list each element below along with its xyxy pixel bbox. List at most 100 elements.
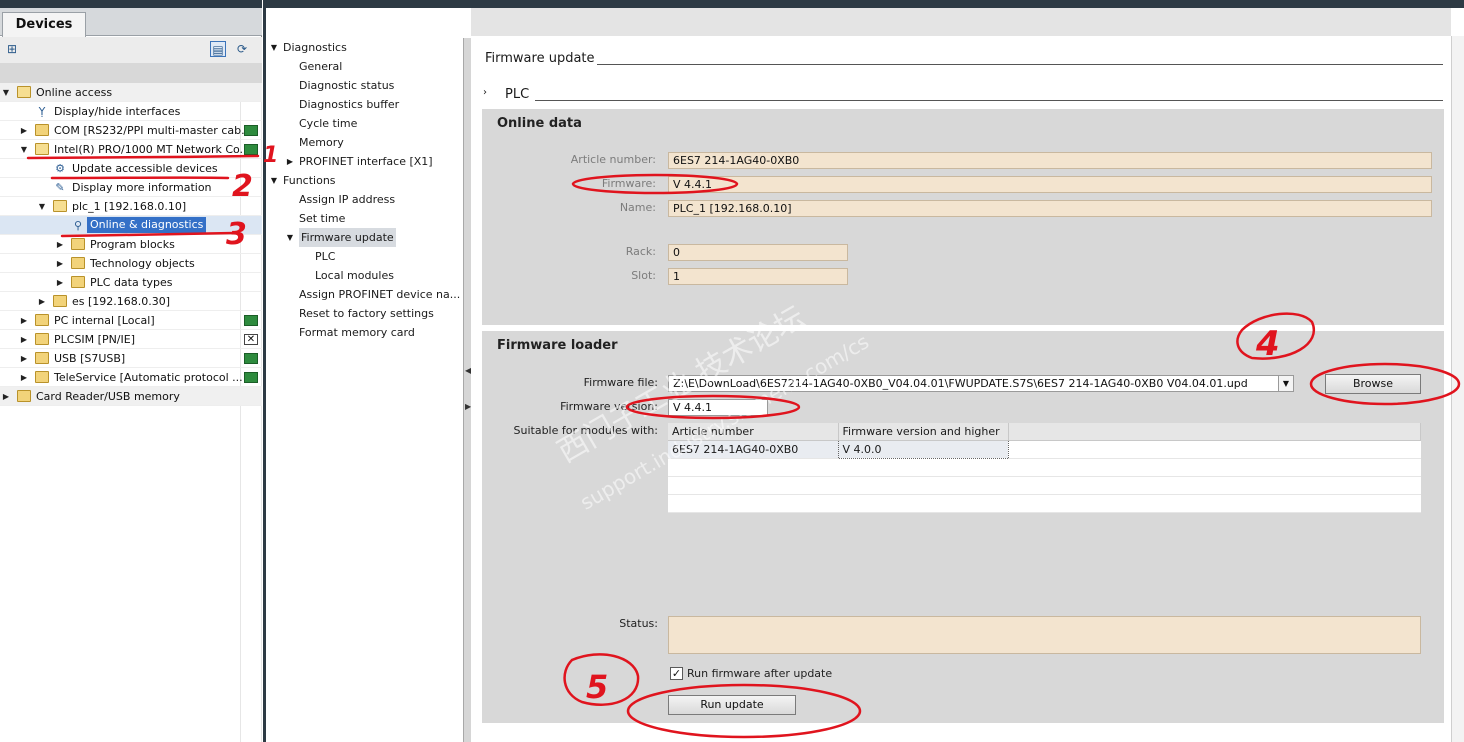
section-title: Firmware update <box>485 51 595 66</box>
tree-item-usb[interactable]: ▶ USB [S7USB] <box>0 349 262 368</box>
chevron-down-icon[interactable]: ▼ <box>1278 376 1293 391</box>
expand-right-icon[interactable]: ▶ <box>465 402 471 411</box>
expand-arrow-icon[interactable]: ▶ <box>19 121 29 139</box>
article-number-field: 6ES7 214-1AG40-0XB0 <box>668 152 1432 169</box>
run-after-update-checkbox[interactable]: ✓ <box>670 667 683 680</box>
nav-item-firmware-update[interactable]: ▼ Firmware update <box>266 228 463 247</box>
info-icon: ✎ <box>55 181 65 194</box>
tree-item-plcsim[interactable]: ▶ PLCSIM [PN/IE] ✕ <box>0 330 262 349</box>
expand-arrow-icon[interactable]: ▼ <box>269 38 279 57</box>
expand-arrow-icon[interactable]: ▼ <box>1 83 11 101</box>
tree-item-intel-network[interactable]: ▼ Intel(R) PRO/1000 MT Network Co... <box>0 140 262 159</box>
nav-item-set-time[interactable]: Set time <box>266 209 463 228</box>
folder-icon <box>17 390 31 402</box>
expand-arrow-icon[interactable]: ▼ <box>37 197 47 215</box>
expand-arrow-icon[interactable]: ▼ <box>19 140 29 158</box>
refresh-icon[interactable]: ⟳ <box>234 41 250 57</box>
expand-arrow-icon[interactable]: ▶ <box>285 152 295 171</box>
tree-item-label: es [192.168.0.30] <box>72 295 171 308</box>
folder-icon <box>71 257 85 269</box>
expand-arrow-icon[interactable]: ▶ <box>19 349 29 367</box>
nav-item-profinet-interface[interactable]: ▶ PROFINET interface [X1] <box>266 152 463 171</box>
tree-item-com-interface[interactable]: ▶ COM [RS232/PPI multi-master cab... <box>0 121 262 140</box>
overview-icon[interactable]: ▤ <box>210 41 226 57</box>
section-divider <box>597 64 1443 65</box>
tree-item-online-access[interactable]: ▼ Online access <box>0 83 262 102</box>
expand-arrow-icon[interactable]: ▶ <box>19 330 29 348</box>
firmware-label: Firmware: <box>601 177 656 190</box>
nav-item-local-modules[interactable]: Local modules <box>266 266 463 285</box>
tree-item-card-reader[interactable]: ▶ Card Reader/USB memory <box>0 387 262 406</box>
tree-item-plc-1[interactable]: ▼ plc_1 [192.168.0.10] <box>0 197 262 216</box>
tree-item-program-blocks[interactable]: ▶ Program blocks <box>0 235 262 254</box>
column-header-firmware-version[interactable]: Firmware version and higher <box>838 423 1009 441</box>
tree-item-label: Card Reader/USB memory <box>36 390 180 403</box>
device-tree-icon[interactable]: ⊞ <box>4 41 20 57</box>
online-data-panel: Online data Article number: 6ES7 214-1AG… <box>482 109 1444 325</box>
tree-item-display-hide-interfaces[interactable]: Ỵ Display/hide interfaces <box>0 102 262 121</box>
editor-header-band <box>471 8 1451 36</box>
rack-field: 0 <box>668 244 848 261</box>
panel-splitter[interactable]: ◀ ▶ <box>463 38 471 742</box>
nav-item-memory[interactable]: Memory <box>266 133 463 152</box>
tree-item-pc-internal[interactable]: ▶ PC internal [Local] <box>0 311 262 330</box>
vertical-scrollbar[interactable] <box>1451 36 1464 742</box>
expand-arrow-icon[interactable]: ▼ <box>285 228 295 247</box>
column-header-empty <box>1008 423 1421 441</box>
table-row[interactable]: 6ES7 214-1AG40-0XB0 V 4.0.0 <box>668 439 1421 459</box>
browse-button[interactable]: Browse <box>1325 374 1421 394</box>
nav-label: General <box>299 60 343 73</box>
table-row <box>668 458 1421 477</box>
name-field: PLC_1 [192.168.0.10] <box>668 200 1432 217</box>
tree-item-teleservice[interactable]: ▶ TeleService [Automatic protocol ... <box>0 368 262 387</box>
tree-item-label: Online access <box>36 86 113 99</box>
folder-icon <box>35 124 49 136</box>
tree-item-label: COM [RS232/PPI multi-master cab... <box>54 124 252 137</box>
nav-label: PROFINET interface [X1] <box>299 155 433 168</box>
tree-item-online-diagnostics[interactable]: ⚲ Online & diagnostics <box>0 216 262 235</box>
expand-arrow-icon[interactable]: ▶ <box>37 292 47 310</box>
folder-icon <box>71 238 85 250</box>
tab-devices[interactable]: Devices <box>2 12 86 37</box>
folder-icon <box>35 352 49 364</box>
nav-group-functions[interactable]: ▼ Functions <box>266 171 463 190</box>
tree-item-label: plc_1 [192.168.0.10] <box>72 200 187 213</box>
network-status-icon <box>244 144 258 155</box>
tree-item-update-accessible-devices[interactable]: ⚙ Update accessible devices <box>0 159 262 178</box>
chevron-right-icon[interactable]: › <box>483 87 487 98</box>
nav-label: Assign IP address <box>299 193 396 206</box>
tree-item-display-more-information[interactable]: ✎ Display more information <box>0 178 262 197</box>
run-update-button[interactable]: Run update <box>668 695 796 715</box>
expand-arrow-icon[interactable]: ▶ <box>55 254 65 272</box>
nav-item-general[interactable]: General <box>266 57 463 76</box>
online-data-title: Online data <box>497 116 582 131</box>
tree-item-label: PLC data types <box>90 276 173 289</box>
nav-item-format-memory-card[interactable]: Format memory card <box>266 323 463 342</box>
tree-item-es[interactable]: ▶ es [192.168.0.30] <box>0 292 262 311</box>
expand-arrow-icon[interactable]: ▶ <box>55 273 65 291</box>
expand-arrow-icon[interactable]: ▶ <box>1 387 11 405</box>
tree-item-technology-objects[interactable]: ▶ Technology objects <box>0 254 262 273</box>
collapse-left-icon[interactable]: ◀ <box>465 366 471 375</box>
expand-arrow-icon[interactable]: ▶ <box>19 311 29 329</box>
folder-icon <box>35 314 49 326</box>
nav-item-cycle-time[interactable]: Cycle time <box>266 114 463 133</box>
nav-item-diagnostics-buffer[interactable]: Diagnostics buffer <box>266 95 463 114</box>
disconnected-icon: ✕ <box>244 334 258 345</box>
expand-arrow-icon[interactable]: ▼ <box>269 171 279 190</box>
nav-item-reset-factory-settings[interactable]: Reset to factory settings <box>266 304 463 323</box>
table-header-row: Article number Firmware version and high… <box>668 423 1421 441</box>
expand-arrow-icon[interactable]: ▶ <box>19 368 29 386</box>
network-status-icon <box>244 315 258 326</box>
tree-item-plc-data-types[interactable]: ▶ PLC data types <box>0 273 262 292</box>
nav-label: Diagnostics <box>283 41 347 54</box>
update-devices-icon: ⚙ <box>55 162 65 175</box>
nav-item-assign-ip-address[interactable]: Assign IP address <box>266 190 463 209</box>
nav-item-plc[interactable]: PLC <box>266 247 463 266</box>
nav-item-diagnostic-status[interactable]: Diagnostic status <box>266 76 463 95</box>
expand-arrow-icon[interactable]: ▶ <box>55 235 65 253</box>
slot-label: Slot: <box>631 269 656 282</box>
nav-item-assign-profinet-device-name[interactable]: Assign PROFINET device na... <box>266 285 463 304</box>
nav-group-diagnostics[interactable]: ▼ Diagnostics <box>266 38 463 57</box>
tree-item-label: USB [S7USB] <box>54 352 126 365</box>
